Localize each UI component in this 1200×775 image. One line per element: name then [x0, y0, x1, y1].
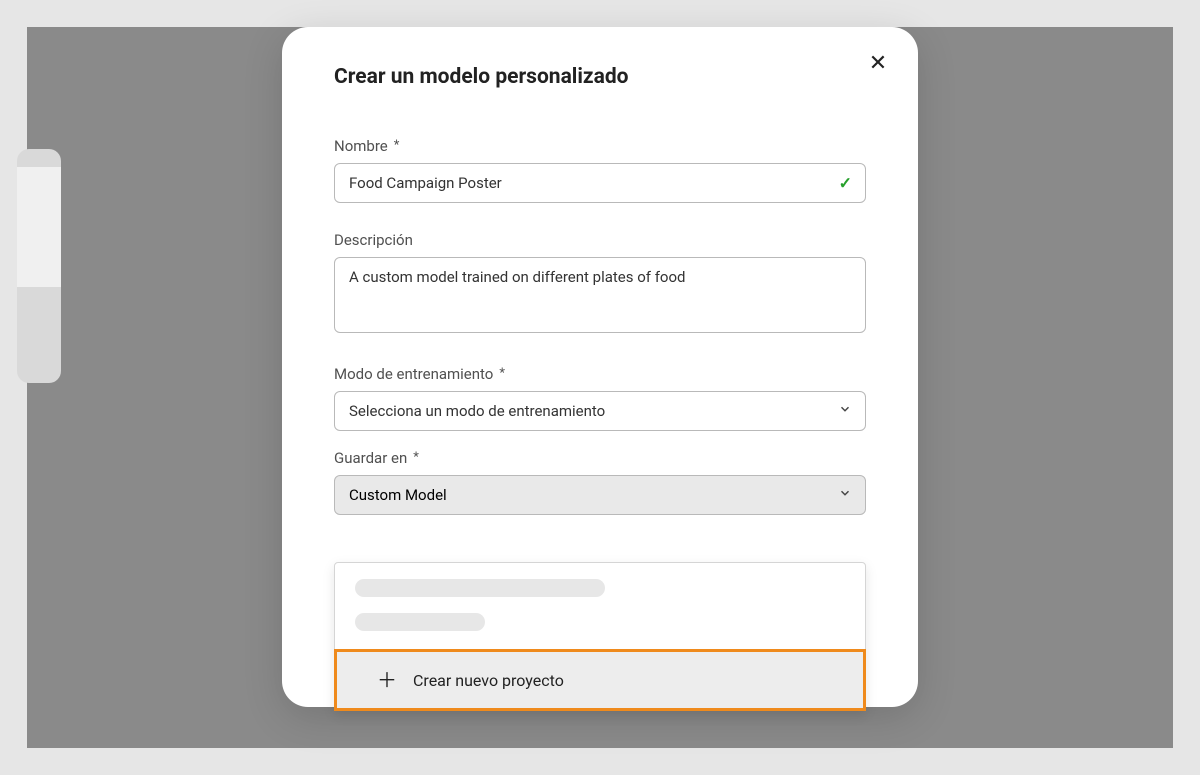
training-mode-label: Modo de entrenamiento * [334, 365, 866, 383]
create-new-project-label: Crear nuevo proyecto [413, 671, 564, 690]
description-input-wrap [334, 257, 866, 337]
required-asterisk-icon: * [394, 138, 400, 153]
close-button[interactable]: ✕ [864, 49, 892, 77]
training-mode-label-text: Modo de entrenamiento [334, 365, 493, 383]
save-in-dropdown: ＋ Crear nuevo proyecto [334, 562, 866, 711]
description-label: Descripción [334, 231, 866, 249]
required-asterisk-icon: * [413, 450, 419, 465]
create-new-project-option[interactable]: ＋ Crear nuevo proyecto [334, 649, 866, 711]
name-label: Nombre * [334, 137, 866, 155]
save-in-select[interactable]: Custom Model [334, 475, 866, 515]
description-label-text: Descripción [334, 231, 413, 249]
background-card [17, 149, 61, 383]
close-icon: ✕ [869, 50, 887, 75]
dropdown-loading [335, 563, 865, 631]
skeleton-line [355, 613, 485, 631]
description-input[interactable] [334, 257, 866, 333]
name-input[interactable] [334, 163, 866, 203]
save-in-label: Guardar en * [334, 449, 866, 467]
modal-title: Crear un modelo personalizado [334, 65, 866, 89]
skeleton-line [355, 579, 605, 597]
save-in-select-wrap: Custom Model [334, 475, 866, 515]
create-model-modal: ✕ Crear un modelo personalizado Nombre *… [282, 27, 918, 707]
training-mode-select[interactable]: Selecciona un modo de entrenamiento [334, 391, 866, 431]
name-label-text: Nombre [334, 137, 388, 155]
save-in-label-text: Guardar en [334, 449, 407, 467]
plus-icon: ＋ [377, 670, 397, 690]
name-input-wrap: ✓ [334, 163, 866, 203]
training-mode-select-wrap: Selecciona un modo de entrenamiento [334, 391, 866, 431]
required-asterisk-icon: * [499, 366, 505, 381]
